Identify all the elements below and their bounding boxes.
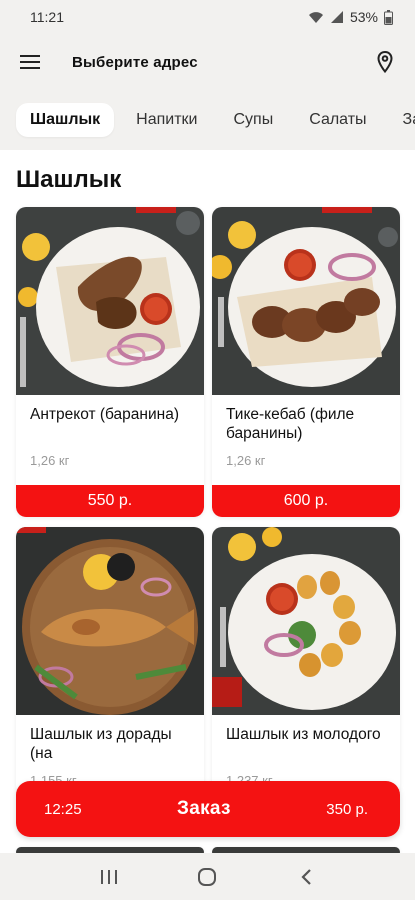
tab-drinks[interactable]: Напитки: [122, 103, 211, 137]
product-card-young-lamb[interactable]: Шашлык из молодого 1,237 кг: [212, 527, 400, 795]
order-time: 12:25: [44, 800, 82, 818]
product-image: [212, 207, 400, 395]
app-header: Выберите адрес: [0, 34, 415, 90]
product-weight: 1,26 кг: [30, 453, 70, 468]
product-weight: 1,26 кг: [226, 453, 266, 468]
status-time: 11:21: [30, 9, 64, 25]
system-nav-bar: [0, 853, 415, 900]
section-title: Шашлык: [16, 166, 122, 193]
tab-salads[interactable]: Салаты: [295, 103, 380, 137]
product-name: Шашлык из молодого: [226, 726, 381, 743]
order-sum: 350 р.: [326, 800, 368, 818]
product-card-dorado[interactable]: Шашлык из дорады (на 1,155 кг: [16, 527, 204, 795]
product-price-button[interactable]: 600 р.: [212, 485, 400, 517]
product-name: Шашлык из дорады (на: [30, 726, 172, 762]
product-image: [16, 527, 204, 715]
home-icon[interactable]: [187, 857, 227, 897]
recent-apps-icon[interactable]: [89, 857, 129, 897]
back-icon[interactable]: [286, 857, 326, 897]
product-image: [16, 207, 204, 395]
tab-more[interactable]: За: [389, 103, 415, 137]
hamburger-menu-icon[interactable]: [18, 50, 42, 74]
address-selector[interactable]: Выберите адрес: [72, 54, 373, 71]
battery-icon: [384, 9, 393, 25]
product-card-antrekot[interactable]: Антрекот (баранина) 1,26 кг 550 р.: [16, 207, 204, 517]
status-icons: 53%: [308, 9, 393, 25]
product-price-button[interactable]: 550 р.: [16, 485, 204, 517]
category-tabs: Шашлык Напитки Супы Салаты За: [0, 90, 415, 150]
product-card-tike-kebab[interactable]: Тике-кебаб (филе баранины) 1,26 кг 600 р…: [212, 207, 400, 517]
map-pin-icon[interactable]: [373, 50, 397, 74]
tab-shashlyk[interactable]: Шашлык: [16, 103, 115, 137]
product-name: Антрекот (баранина): [30, 406, 179, 423]
order-label: Заказ: [177, 798, 231, 819]
signal-icon: [330, 11, 343, 23]
product-name: Тике-кебаб (филе баранины): [226, 406, 355, 442]
product-image: [212, 527, 400, 715]
tab-soups[interactable]: Супы: [219, 103, 287, 137]
order-button[interactable]: 12:25 Заказ 350 р.: [16, 781, 400, 837]
status-bar: 11:21 53%: [0, 0, 415, 34]
wifi-icon: [308, 12, 323, 23]
battery-percent: 53%: [349, 9, 378, 25]
